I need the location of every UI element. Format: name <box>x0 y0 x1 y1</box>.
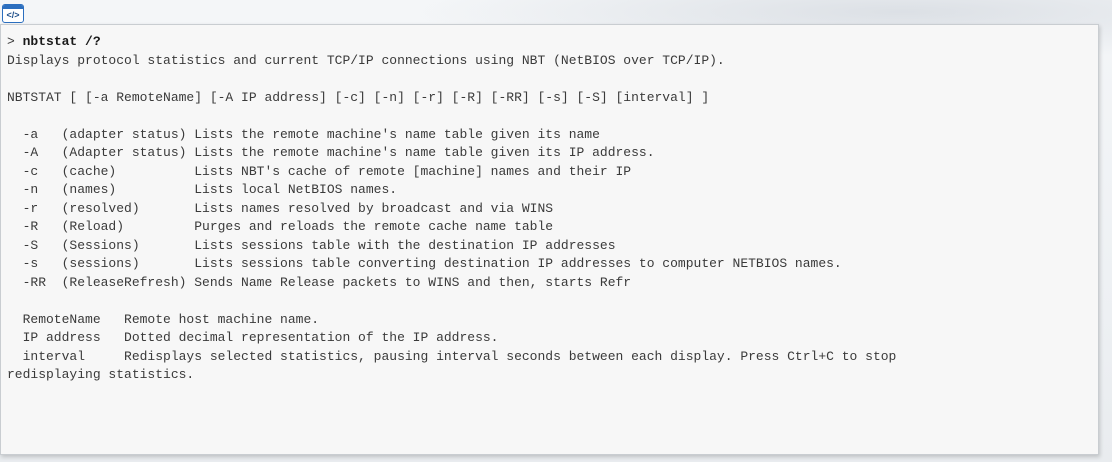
badge-header-bar <box>3 5 23 9</box>
output-lines: Displays protocol statistics and current… <box>7 52 1098 385</box>
output-line: -c (cache) Lists NBT's cache of remote [… <box>7 163 632 179</box>
output-line: IP address Dotted decimal representation… <box>7 330 499 345</box>
output-line: RemoteName Remote host machine name. <box>7 311 320 327</box>
output-line: NBTSTAT [ [-a RemoteName] [-A IP address… <box>7 89 710 105</box>
output-line: -a (adapter status) Lists the remote mac… <box>7 126 600 142</box>
command-text: nbtstat /? <box>22 34 101 49</box>
output-line: -R (Reload) Purges and reloads the remot… <box>7 219 554 234</box>
command-output-panel: > nbtstat /? Displays protocol statistic… <box>0 24 1099 455</box>
output-line: interval Redisplays selected statistics,… <box>7 348 897 364</box>
output-line: -S (Sessions) Lists sessions table with … <box>7 237 616 253</box>
prompt-symbol: > <box>7 34 23 49</box>
output-line: -A (Adapter status) Lists the remote mac… <box>7 145 655 160</box>
command-prompt-line: > nbtstat /? <box>7 33 1098 52</box>
output-line: -r (resolved) Lists names resolved by br… <box>7 200 554 216</box>
output-line: -RR (ReleaseRefresh) Sends Name Release … <box>7 274 632 290</box>
output-line: -n (names) Lists local NetBIOS names. <box>7 182 398 197</box>
output-line: Displays protocol statistics and current… <box>7 52 725 68</box>
code-icon: </> <box>2 4 24 23</box>
output-line: redisplaying statistics. <box>7 367 195 382</box>
code-glyph: </> <box>6 10 20 20</box>
output-line: -s (sessions) Lists sessions table conve… <box>7 256 842 271</box>
